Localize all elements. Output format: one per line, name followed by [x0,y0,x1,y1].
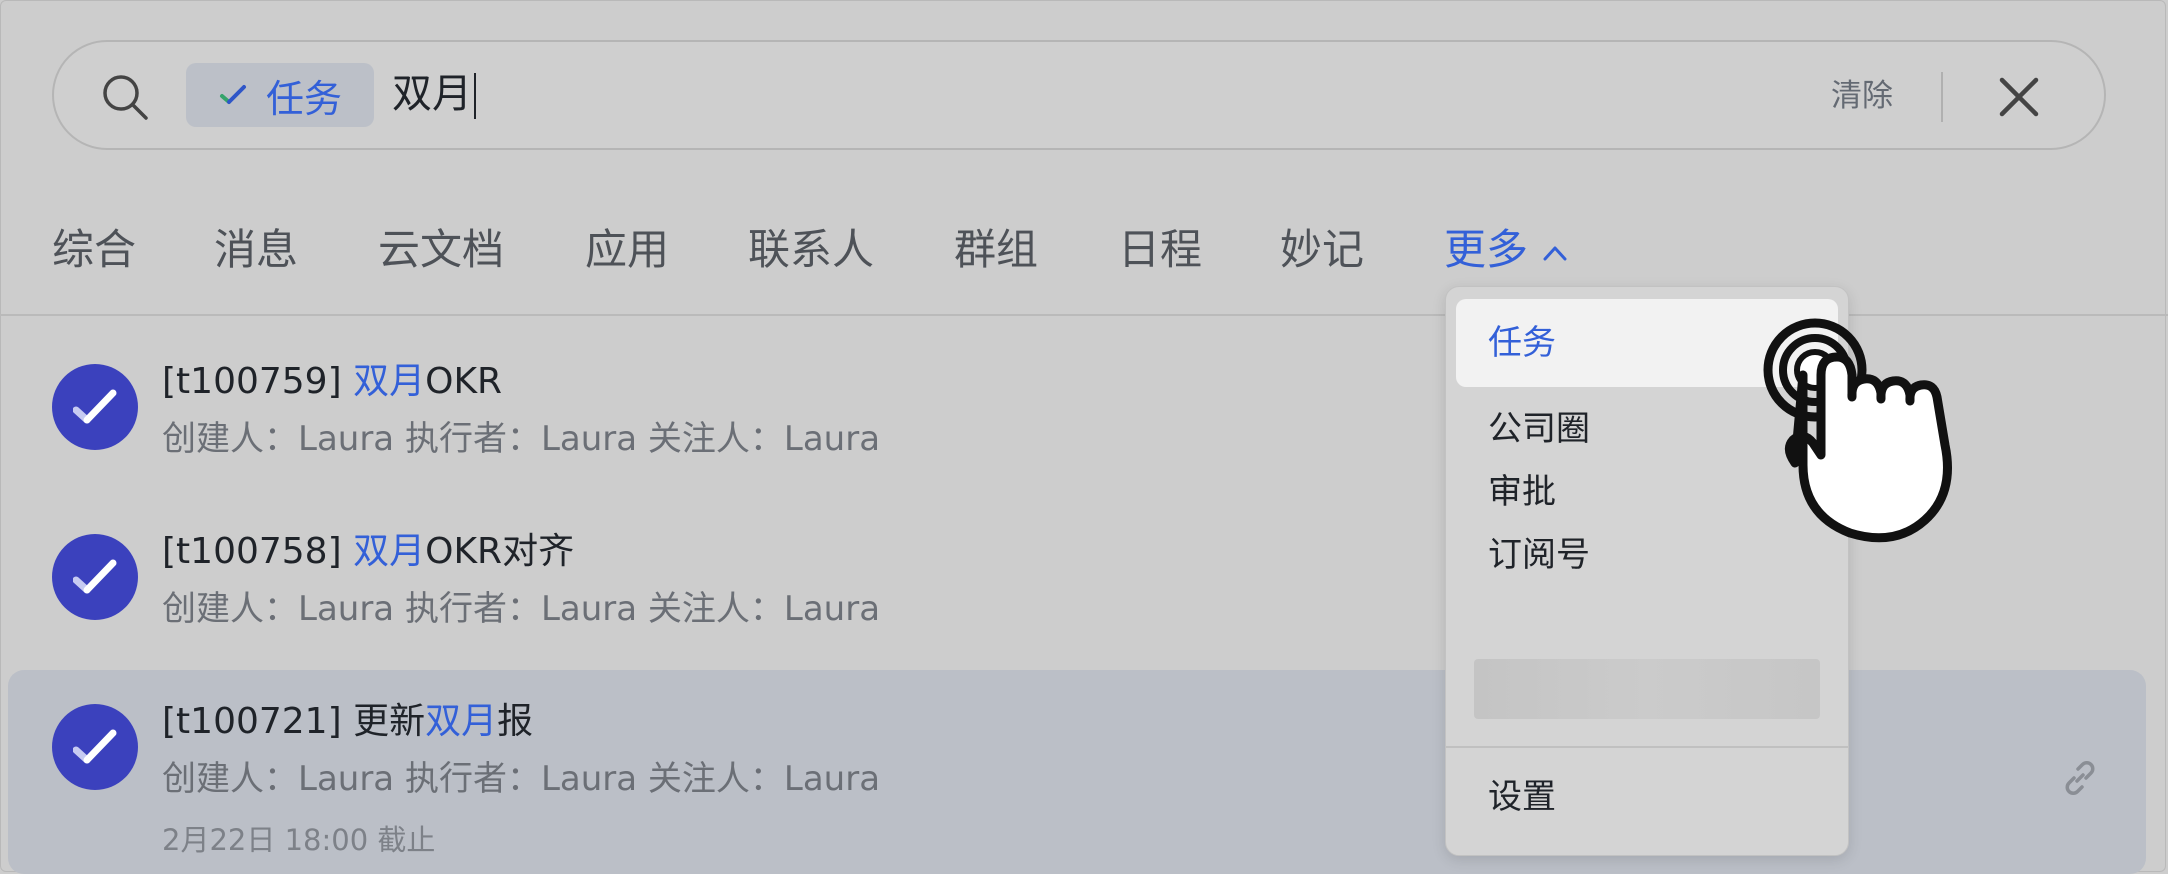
task-avatar-icon [52,704,138,790]
tab-general[interactable]: 综合 [52,222,136,278]
search-input[interactable]: 双月 [392,66,476,122]
menu-item-label: 订阅号 [1488,535,1590,575]
menu-item-settings[interactable]: 设置 [1446,773,1848,821]
task-avatar-icon [52,364,138,450]
tab-more[interactable]: 更多 [1444,222,1568,278]
tab-more-label: 更多 [1444,225,1529,274]
text-caret [474,73,476,119]
chevron-up-icon [1543,246,1567,260]
result-title-rest: OKR对齐 [425,531,575,572]
scope-chip-label: 任务 [266,76,343,121]
menu-item-label: 设置 [1488,777,1556,817]
search-query-text: 双月 [392,71,472,117]
result-title-rest: 报 [497,701,534,742]
result-meta: 创建人：Laura 执行者：Laura 关注人：Laura [162,759,881,799]
search-bar[interactable]: 任务 双月 清除 [52,40,2106,150]
result-title: [t100759] 双月OKR [162,358,502,406]
link-icon[interactable] [2058,756,2102,800]
tab-calendar[interactable]: 日程 [1118,222,1202,278]
tab-contacts[interactable]: 联系人 [748,222,874,278]
result-meta: 创建人：Laura 执行者：Laura 关注人：Laura [162,589,881,629]
clear-button[interactable]: 清除 [1831,74,1893,118]
tab-docs[interactable]: 云文档 [378,222,504,278]
result-id: [t100759] [162,361,342,402]
task-check-icon [220,85,246,104]
result-title-rest: OKR [425,361,503,402]
scope-chip-task[interactable]: 任务 [186,63,374,127]
menu-item-label: 公司圈 [1488,409,1590,449]
result-title-highlight: 双月 [353,361,426,402]
result-due-date: 2月22日 18:00 截止 [162,823,436,857]
result-id: [t100758] [162,531,342,572]
tab-groups[interactable]: 群组 [954,222,1038,278]
result-title-highlight: 双月 [353,531,426,572]
tab-apps[interactable]: 应用 [585,222,669,278]
tab-minutes[interactable]: 妙记 [1280,222,1364,278]
menu-item-label: 任务 [1488,323,1556,363]
result-title: [t100721] 更新双月报 [162,698,533,746]
tap-hand-icon [1763,318,1952,543]
close-icon[interactable] [1994,72,2044,122]
menu-item-blurred [1474,659,1820,719]
search-icon [103,75,148,120]
result-id: [t100721] [162,701,342,742]
result-title-prefix: 更新 [353,701,426,742]
task-avatar-icon [52,534,138,620]
menu-divider [1446,746,1848,748]
tab-messages[interactable]: 消息 [214,222,298,278]
result-title: [t100758] 双月OKR对齐 [162,528,574,576]
menu-item-label: 审批 [1488,472,1556,512]
result-title-highlight: 双月 [425,701,498,742]
result-meta: 创建人：Laura 执行者：Laura 关注人：Laura [162,419,881,459]
search-divider [1941,72,1943,122]
